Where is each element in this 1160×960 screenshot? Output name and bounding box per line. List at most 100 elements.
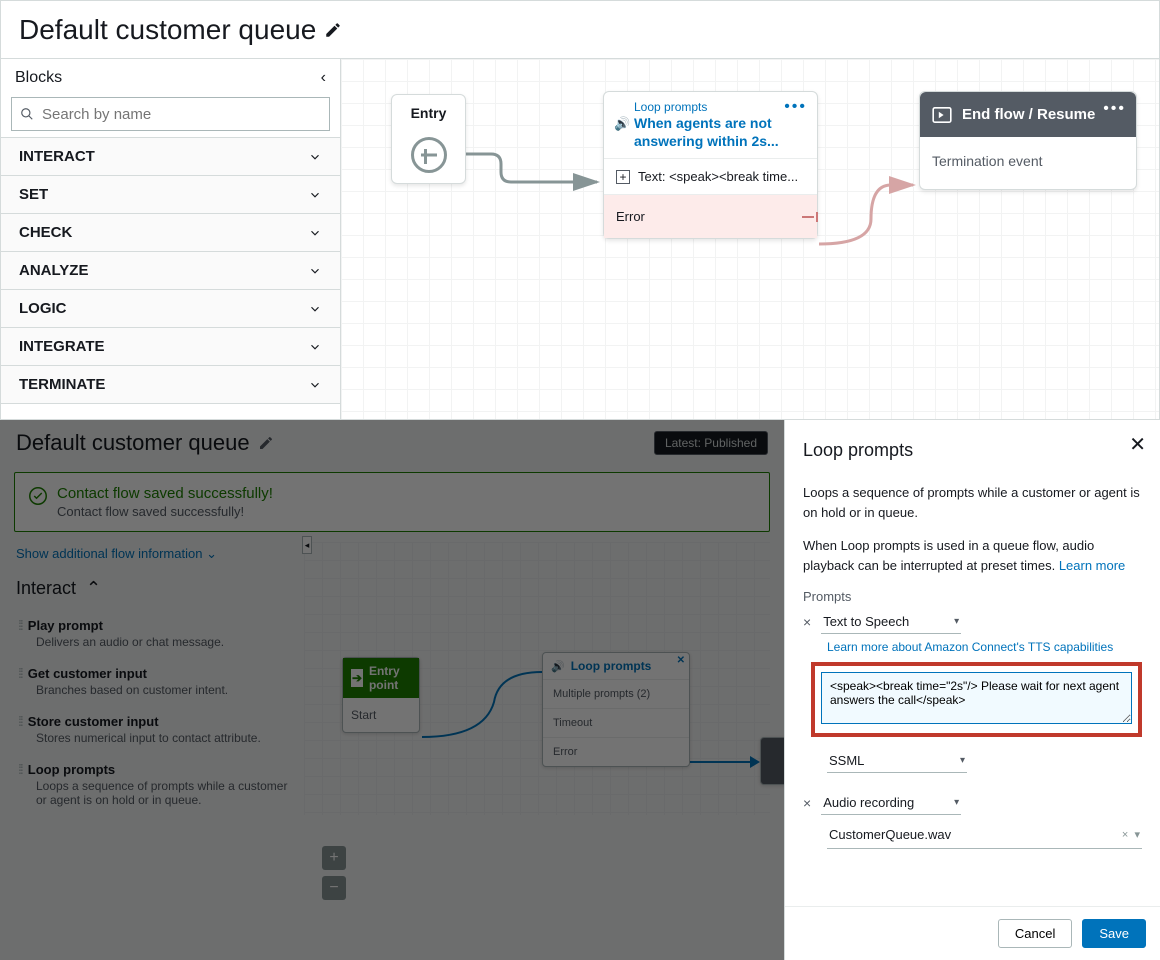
alert-sub: Contact flow saved successfully! bbox=[57, 504, 273, 519]
alert-title: Contact flow saved successfully! bbox=[57, 485, 273, 502]
edit-icon[interactable] bbox=[324, 21, 342, 39]
remove-prompt-icon[interactable]: × bbox=[803, 795, 811, 811]
page-title: Default customer queue bbox=[19, 14, 316, 46]
block-title: Play prompt bbox=[28, 618, 103, 633]
loop-node-title: When agents are not answering within 2s.… bbox=[634, 114, 807, 150]
remove-prompt-icon[interactable]: × bbox=[803, 614, 811, 630]
chevron-down-icon bbox=[308, 188, 322, 202]
sidebar-category-set[interactable]: SET bbox=[1, 175, 340, 213]
flow-canvas[interactable]: Entry 🔊 Loop prompts When agents are not… bbox=[341, 59, 1159, 419]
end-node-body: Termination event bbox=[920, 137, 1136, 189]
end-flow-node[interactable]: End flow / Resume ••• Termination event bbox=[919, 91, 1137, 190]
panel-description-1: Loops a sequence of prompts while a cust… bbox=[803, 483, 1142, 522]
bg-entry-node: ➔Entry point Start bbox=[342, 657, 420, 733]
ssml-highlight bbox=[811, 662, 1142, 737]
bg-flow-canvas: ◂ ➔Entry point Start 🔊Loop prompts✕ Mult… bbox=[304, 542, 770, 815]
blocks-sidebar: Blocks ‹ INTERACT SET CHECK ANALYZE LOGIC INT… bbox=[1, 59, 341, 419]
drag-handle-icon: ⁞⁞ bbox=[18, 617, 22, 633]
block-item[interactable]: ⁞⁞Play promptDelivers an audio or chat m… bbox=[14, 609, 294, 657]
chevron-down-icon[interactable]: ▾ bbox=[1134, 829, 1140, 841]
loop-node-menu-icon[interactable]: ••• bbox=[784, 98, 807, 116]
loop-prompts-node[interactable]: 🔊 Loop prompts When agents are not answe… bbox=[603, 91, 818, 239]
search-input-wrap[interactable] bbox=[11, 97, 330, 131]
end-node-menu-icon[interactable]: ••• bbox=[1103, 100, 1126, 118]
zoom-out-button[interactable]: − bbox=[322, 876, 346, 900]
clear-icon[interactable]: × bbox=[1122, 829, 1128, 841]
end-node-title: End flow / Resume bbox=[962, 106, 1095, 123]
bg-loop-node: 🔊Loop prompts✕ Multiple prompts (2) Time… bbox=[542, 652, 690, 767]
learn-more-link[interactable]: Learn more bbox=[1059, 558, 1125, 573]
tts-learn-more-link[interactable]: Learn more about Amazon Connect's TTS ca… bbox=[827, 640, 1142, 654]
prompts-label: Prompts bbox=[803, 589, 1142, 604]
block-title: Get customer input bbox=[28, 666, 147, 681]
sidebar-heading: Blocks bbox=[15, 69, 62, 87]
close-icon: ✕ bbox=[677, 655, 685, 666]
entry-node[interactable]: Entry bbox=[391, 94, 466, 184]
category-label: INTERACT bbox=[19, 148, 95, 165]
loop-prompts-panel: ✕ Loop prompts Loops a sequence of promp… bbox=[784, 420, 1160, 960]
status-badge: Latest: Published bbox=[654, 431, 768, 455]
loop-text-label: Text: <speak><break time... bbox=[638, 169, 798, 184]
check-circle-icon bbox=[29, 487, 47, 505]
block-desc: Branches based on customer intent. bbox=[36, 683, 290, 697]
expand-icon[interactable]: + bbox=[616, 170, 630, 184]
sidebar-category-interact[interactable]: INTERACT bbox=[1, 137, 340, 175]
category-label: LOGIC bbox=[19, 300, 67, 317]
loop-error-label: Error bbox=[616, 209, 645, 224]
block-item[interactable]: ⁞⁞Loop promptsLoops a sequence of prompt… bbox=[14, 753, 294, 815]
chevron-down-icon bbox=[308, 340, 322, 354]
sidebar-category-integrate[interactable]: INTEGRATE bbox=[1, 327, 340, 365]
speaker-icon: 🔊 bbox=[614, 116, 634, 150]
block-item[interactable]: ⁞⁞ Get customer input Branches based on cu… bbox=[14, 657, 294, 705]
drag-handle-icon: ⁞⁞ bbox=[18, 713, 22, 729]
speaker-icon: 🔊 bbox=[551, 661, 565, 673]
drag-handle-icon: ⁞⁞ bbox=[18, 665, 22, 681]
drag-handle-icon: ⁞⁞ bbox=[18, 761, 22, 777]
category-label: INTEGRATE bbox=[19, 338, 105, 355]
panel-title: Loop prompts bbox=[785, 420, 1160, 469]
save-button[interactable]: Save bbox=[1082, 919, 1146, 948]
interpret-as-select[interactable]: SSML▾ bbox=[827, 749, 967, 773]
background-editor: Default customer queue Latest: Published… bbox=[0, 420, 784, 960]
category-label: TERMINATE bbox=[19, 376, 105, 393]
category-label: SET bbox=[19, 186, 48, 203]
sidebar-category-check[interactable]: CHECK bbox=[1, 213, 340, 251]
loop-text-output[interactable]: + Text: <speak><break time... bbox=[604, 158, 817, 194]
ssml-textarea[interactable] bbox=[821, 672, 1132, 724]
loop-error-output[interactable]: Error bbox=[604, 194, 817, 238]
success-alert: Contact flow saved successfully! Contact… bbox=[14, 472, 770, 532]
zoom-in-button[interactable]: + bbox=[322, 846, 346, 870]
arrow-icon: ➔ bbox=[351, 669, 363, 687]
prompt-type-select-2[interactable]: Audio recording▾ bbox=[821, 791, 961, 815]
collapse-sidebar-icon[interactable]: ‹ bbox=[321, 69, 326, 87]
entry-node-label: Entry bbox=[411, 95, 447, 121]
chevron-down-icon bbox=[308, 378, 322, 392]
chevron-down-icon: ⌄ bbox=[206, 546, 217, 561]
bg-page-title: Default customer queue bbox=[16, 430, 250, 456]
end-flow-icon bbox=[932, 107, 952, 123]
show-info-toggle[interactable]: Show additional flow information ⌄ bbox=[14, 542, 294, 572]
chevron-down-icon: ▾ bbox=[954, 797, 959, 808]
chevron-down-icon bbox=[308, 226, 322, 240]
entry-start-icon bbox=[411, 137, 447, 173]
category-label: ANALYZE bbox=[19, 262, 88, 279]
audio-file-name: CustomerQueue.wav bbox=[829, 827, 951, 842]
search-input[interactable] bbox=[42, 106, 321, 123]
chevron-down-icon bbox=[308, 302, 322, 316]
block-desc: Loops a sequence of prompts while a cust… bbox=[36, 779, 290, 807]
edit-icon[interactable] bbox=[258, 435, 274, 451]
close-panel-icon[interactable]: ✕ bbox=[1129, 432, 1146, 457]
section-heading: Interact bbox=[16, 578, 76, 598]
category-label: CHECK bbox=[19, 224, 72, 241]
sidebar-category-terminate[interactable]: TERMINATE bbox=[1, 365, 340, 404]
chevron-up-icon[interactable]: ⌃ bbox=[86, 578, 101, 598]
block-item[interactable]: ⁞⁞ Store customer input Stores numerical i… bbox=[14, 705, 294, 753]
block-desc: Stores numerical input to contact attrib… bbox=[36, 731, 290, 745]
panel-description-2: When Loop prompts is used in a queue flo… bbox=[803, 536, 1142, 575]
prompt-type-select[interactable]: Text to Speech▾ bbox=[821, 610, 961, 634]
cancel-button[interactable]: Cancel bbox=[998, 919, 1072, 948]
block-title: Store customer input bbox=[28, 714, 159, 729]
audio-file-select[interactable]: CustomerQueue.wav × ▾ bbox=[827, 821, 1142, 849]
sidebar-category-analyze[interactable]: ANALYZE bbox=[1, 251, 340, 289]
sidebar-category-logic[interactable]: LOGIC bbox=[1, 289, 340, 327]
